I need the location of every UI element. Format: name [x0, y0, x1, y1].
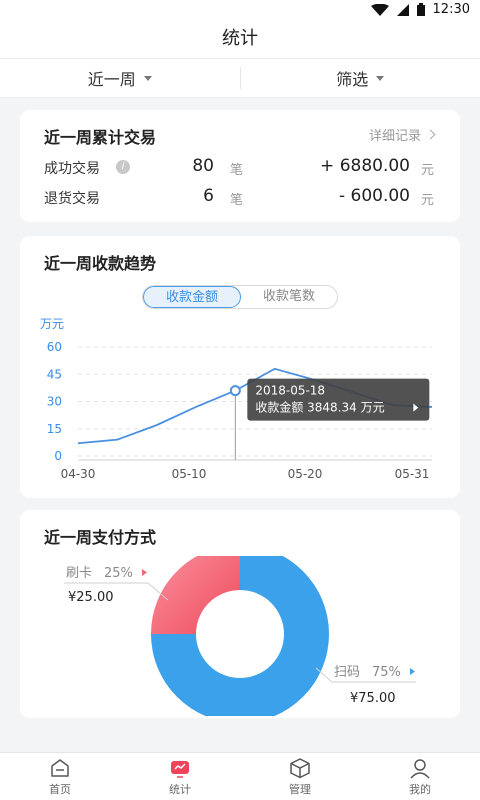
page-title: 统计: [222, 28, 258, 49]
trade-label: 成功交易: [44, 161, 100, 177]
x-tick-label: 04-30: [61, 467, 96, 481]
slice-amount: ¥25.00: [68, 590, 114, 605]
tab-amount[interactable]: 收款金额: [143, 286, 241, 308]
nav-label: 管理: [289, 782, 311, 796]
trade-amount-unit: 元: [420, 193, 434, 208]
slice-label: 扫码: [334, 665, 360, 680]
data-point: [155, 424, 158, 427]
caret-down-icon: [376, 75, 385, 81]
y-tick-label: 60: [47, 340, 62, 354]
slice-label: 刷卡: [66, 566, 92, 581]
nav-label: 我的: [409, 782, 431, 796]
y-tick-label: 0: [54, 449, 62, 463]
trade-label: 退货交易: [44, 191, 100, 207]
trade-summary-card: 近一周累计交易 详细记录 成功交易 i 80 笔 + 6880.00 元 退货交…: [20, 110, 460, 222]
trade-count-unit: 笔: [230, 193, 244, 208]
nav-label: 统计: [169, 782, 191, 796]
x-tick-label: 05-20: [288, 467, 323, 481]
title-bar: 统计: [0, 20, 480, 58]
trade-count-unit: 笔: [230, 163, 244, 178]
leader-line: [315, 667, 416, 683]
tooltip-value: 收款金额 3848.34 万元: [255, 400, 384, 415]
filter-dropdown[interactable]: 筛选: [241, 59, 480, 97]
data-point: [77, 442, 80, 445]
trade-count: 6: [203, 186, 214, 206]
chart-icon: [171, 760, 189, 778]
filter-bar: 近一周 筛选: [0, 58, 480, 98]
trade-amount: - 600.00: [338, 186, 410, 206]
home-icon: [51, 758, 69, 777]
period-dropdown[interactable]: 近一周: [0, 59, 240, 97]
trend-card-title: 近一周收款趋势: [44, 254, 157, 273]
donut-slice: [151, 556, 240, 634]
data-point: [116, 438, 119, 441]
period-label: 近一周: [87, 70, 136, 89]
pointer-triangle-icon: [142, 569, 147, 576]
slice-percent: 25%: [104, 566, 133, 581]
caret-down-icon: [143, 75, 152, 81]
data-point: [195, 406, 198, 409]
y-tick-label: 30: [47, 395, 62, 409]
pay-card-title: 近一周支付方式: [44, 528, 157, 547]
detail-records-link[interactable]: 详细记录: [368, 125, 436, 144]
payment-donut-chart[interactable]: 刷卡 25% ¥25.00 扫码 75% ¥75.00: [20, 556, 460, 716]
data-point: [431, 406, 434, 409]
trade-amount: + 6880.00: [320, 156, 410, 176]
nav-mine[interactable]: 我的: [360, 753, 480, 800]
tooltip-date: 2018-05-18: [255, 384, 325, 398]
trend-tab-switch: 收款金额 收款笔数: [142, 285, 338, 309]
y-tick-label: 15: [47, 422, 62, 436]
nav-label: 首页: [49, 782, 71, 796]
trade-card-title: 近一周累计交易: [44, 128, 157, 147]
bottom-nav: 首页 统计 管理 我的: [0, 752, 480, 800]
pointer-triangle-icon: [410, 668, 415, 675]
trade-count: 80: [192, 156, 214, 176]
trend-card: 近一周收款趋势 收款金额 收款笔数 万元 0 15 30 45 60 04-30 05-10 0…: [20, 236, 460, 498]
trade-row-success: 成功交易 i 80 笔 + 6880.00 元: [44, 156, 434, 180]
nav-manage[interactable]: 管理: [240, 753, 360, 800]
slice-percent: 75%: [372, 665, 401, 680]
y-tick-label: 45: [47, 367, 62, 381]
user-icon: [410, 758, 430, 779]
trade-row-refund: 退货交易 6 笔 - 600.00 元: [44, 186, 434, 210]
info-icon[interactable]: i: [116, 160, 130, 174]
tab-count[interactable]: 收款笔数: [241, 286, 337, 308]
payment-method-card: 近一周支付方式 刷卡 25% ¥25.00 扫码 75% ¥75.00: [20, 510, 460, 718]
battery-icon: [416, 3, 425, 16]
slice-amount: ¥75.00: [350, 691, 396, 706]
trade-amount-unit: 元: [420, 163, 434, 178]
nav-stats[interactable]: 统计: [120, 753, 240, 800]
chevron-right-icon: [425, 129, 436, 140]
signal-icon: [396, 3, 409, 16]
nav-home[interactable]: 首页: [0, 753, 120, 800]
x-tick-label: 05-10: [172, 467, 207, 481]
status-time: 12:30: [432, 2, 470, 17]
filter-label: 筛选: [336, 70, 369, 89]
status-bar: 12:30: [0, 0, 480, 20]
data-point: [273, 367, 276, 370]
detail-link-label: 详细记录: [368, 129, 421, 144]
box-icon: [290, 757, 310, 778]
x-tick-label: 05-31: [395, 467, 430, 481]
y-axis-unit: 万元: [40, 317, 64, 331]
wifi-icon: [370, 3, 389, 16]
highlight-point: [229, 385, 241, 397]
trend-line-chart[interactable]: 万元 0 15 30 45 60 04-30 05-10 05-20 05-31 2018-05-1…: [20, 314, 460, 498]
